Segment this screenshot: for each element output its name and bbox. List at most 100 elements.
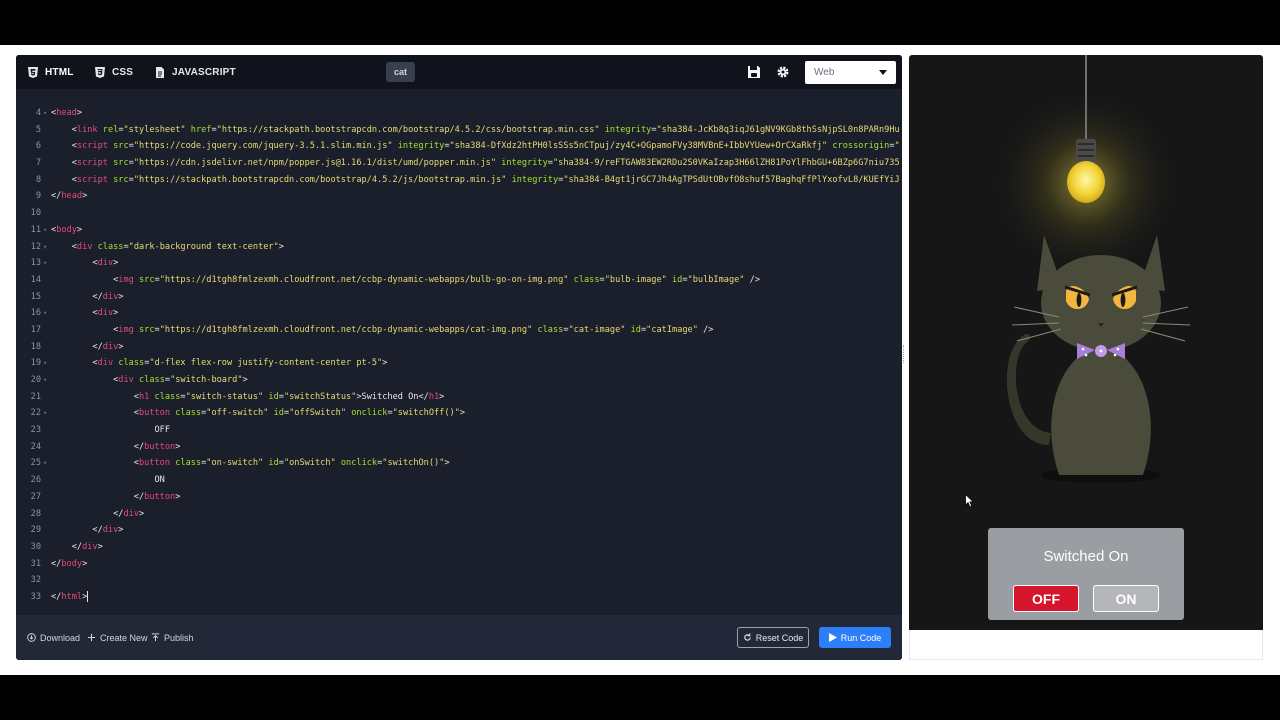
line-number: 17	[30, 324, 41, 335]
code-line[interactable]: 23 OFF	[16, 422, 902, 439]
fold-toggle[interactable]: ▾	[41, 305, 51, 322]
fold-toggle[interactable]: ▾	[41, 355, 51, 372]
line-number: 22	[30, 408, 41, 419]
code-line[interactable]: 14 <img src="https://d1tgh8fmlzexmh.clou…	[16, 272, 902, 289]
code-line[interactable]: 15 </div>	[16, 289, 902, 306]
editor-tab-bar: HTML CSS JAVASCRIPT cat Web	[16, 55, 902, 89]
code-line[interactable]: 8 <script src="https://stackpath.bootstr…	[16, 172, 902, 189]
run-code-button[interactable]: Run Code	[819, 627, 891, 648]
switch-status: Switched On	[1043, 548, 1129, 565]
download-button[interactable]: Download	[27, 615, 80, 660]
code-line[interactable]: 19 ▾ <div class="d-flex flex-row justify-…	[16, 355, 902, 372]
fold-toggle	[41, 539, 51, 556]
code-line[interactable]: 16 ▾ <div>	[16, 305, 902, 322]
code-text: <head>	[51, 108, 83, 118]
line-number: 30	[30, 541, 41, 552]
code-line[interactable]: 32	[16, 572, 902, 589]
tab-html-label: HTML	[45, 66, 74, 78]
fold-toggle[interactable]: ▾	[41, 105, 51, 122]
code-line[interactable]: 24 </button>	[16, 439, 902, 456]
code-editor: HTML CSS JAVASCRIPT cat Web 4 ▾ <head> 5 <l…	[16, 55, 902, 660]
fold-toggle[interactable]: ▾	[41, 222, 51, 239]
fold-toggle	[41, 339, 51, 356]
code-line[interactable]: 13 ▾ <div>	[16, 255, 902, 272]
code-line[interactable]: 11 ▾ <body>	[16, 222, 902, 239]
code-line[interactable]: 4 ▾ <head>	[16, 105, 902, 122]
line-number: 5	[35, 124, 41, 135]
code-line[interactable]: 5 <link rel="stylesheet" href="https://s…	[16, 122, 902, 139]
line-number: 33	[30, 591, 41, 602]
tab-html[interactable]: HTML	[28, 55, 74, 89]
line-number: 21	[30, 391, 41, 402]
view-select-value: Web	[814, 67, 835, 78]
download-icon	[27, 633, 36, 642]
code-area[interactable]: 4 ▾ <head> 5 <link rel="stylesheet" href="h…	[16, 105, 902, 615]
code-line[interactable]: 20 ▾ <div class="switch-board">	[16, 372, 902, 389]
code-line[interactable]: 10	[16, 205, 902, 222]
tab-css[interactable]: CSS	[95, 55, 133, 89]
css3-icon	[95, 66, 105, 78]
fold-toggle	[41, 272, 51, 289]
fold-toggle[interactable]: ▾	[41, 239, 51, 256]
code-text: <button class="on-switch" id="onSwitch" …	[133, 458, 450, 469]
code-line[interactable]: 29 </div>	[16, 522, 902, 539]
file-name-badge[interactable]: cat	[386, 62, 416, 82]
mouse-cursor-icon	[965, 494, 975, 508]
reset-code-button[interactable]: Reset Code	[737, 627, 809, 648]
publish-button[interactable]: Publish	[151, 615, 194, 660]
chevron-down-icon	[879, 70, 887, 75]
code-line[interactable]: 18 </div>	[16, 339, 902, 356]
line-number: 6	[35, 141, 41, 152]
preview-panel: Switched On OFF ON	[909, 55, 1263, 630]
code-text: <div class="switch-board">	[113, 375, 248, 385]
code-text: <h1 class="switch-status" id="switchStat…	[133, 391, 445, 402]
reset-icon	[744, 633, 751, 641]
code-line[interactable]: 6 <script src="https://code.jquery.com/j…	[16, 138, 902, 155]
code-line[interactable]: 27 </button>	[16, 489, 902, 506]
line-number: 28	[30, 508, 41, 519]
panel-resize-handle[interactable]	[903, 345, 905, 363]
code-line[interactable]: 25 ▾ <button class="on-switch" id="onSwit…	[16, 455, 902, 472]
code-text: <button class="off-switch" id="offSwitch…	[133, 408, 466, 419]
code-line[interactable]: 30 </div>	[16, 539, 902, 556]
code-text: </body>	[51, 558, 88, 569]
fold-toggle	[41, 506, 51, 523]
preview-illustration	[991, 55, 1191, 483]
code-line[interactable]: 21 <h1 class="switch-status" id="switchS…	[16, 389, 902, 406]
code-text: </head>	[51, 191, 88, 202]
line-number: 11	[30, 224, 41, 235]
code-line[interactable]: 26 ON	[16, 472, 902, 489]
fold-toggle[interactable]: ▾	[41, 455, 51, 472]
publish-icon	[151, 633, 160, 642]
code-line[interactable]: 17 <img src="https://d1tgh8fmlzexmh.clou…	[16, 322, 902, 339]
code-line[interactable]: 9 </head>	[16, 188, 902, 205]
line-number: 32	[30, 575, 41, 586]
code-line[interactable]: 12 ▾ <div class="dark-background text-cen…	[16, 239, 902, 256]
off-switch-button[interactable]: OFF	[1013, 585, 1079, 612]
editor-footer: Download Create New Publish Reset Code R…	[16, 615, 902, 660]
gear-icon[interactable]	[776, 65, 790, 79]
fold-toggle[interactable]: ▾	[41, 405, 51, 422]
code-line[interactable]: 28 </div>	[16, 506, 902, 523]
code-line[interactable]: 33 </html>	[16, 589, 902, 606]
code-line[interactable]: 22 ▾ <button class="off-switch" id="offSw…	[16, 405, 902, 422]
fold-toggle[interactable]: ▾	[41, 255, 51, 272]
line-number: 23	[30, 425, 41, 436]
code-text: <script src="https://stackpath.bootstrap…	[71, 174, 900, 185]
line-number: 13	[30, 258, 41, 269]
on-switch-button[interactable]: ON	[1093, 585, 1159, 612]
code-text: <div>	[92, 308, 119, 319]
line-number: 20	[30, 375, 41, 385]
code-text: </button>	[133, 491, 181, 502]
tab-javascript[interactable]: JAVASCRIPT	[155, 55, 236, 89]
code-line[interactable]: 7 <script src="https://cdn.jsdelivr.net/…	[16, 155, 902, 172]
fold-toggle[interactable]: ▾	[41, 372, 51, 389]
view-select[interactable]: Web	[805, 61, 896, 84]
fold-toggle	[41, 572, 51, 589]
code-line[interactable]: 31 </body>	[16, 556, 902, 573]
fold-toggle	[41, 205, 51, 222]
create-new-button[interactable]: Create New	[87, 615, 148, 660]
save-icon[interactable]	[747, 65, 761, 79]
fold-toggle	[41, 289, 51, 306]
code-text: </div>	[92, 341, 124, 352]
